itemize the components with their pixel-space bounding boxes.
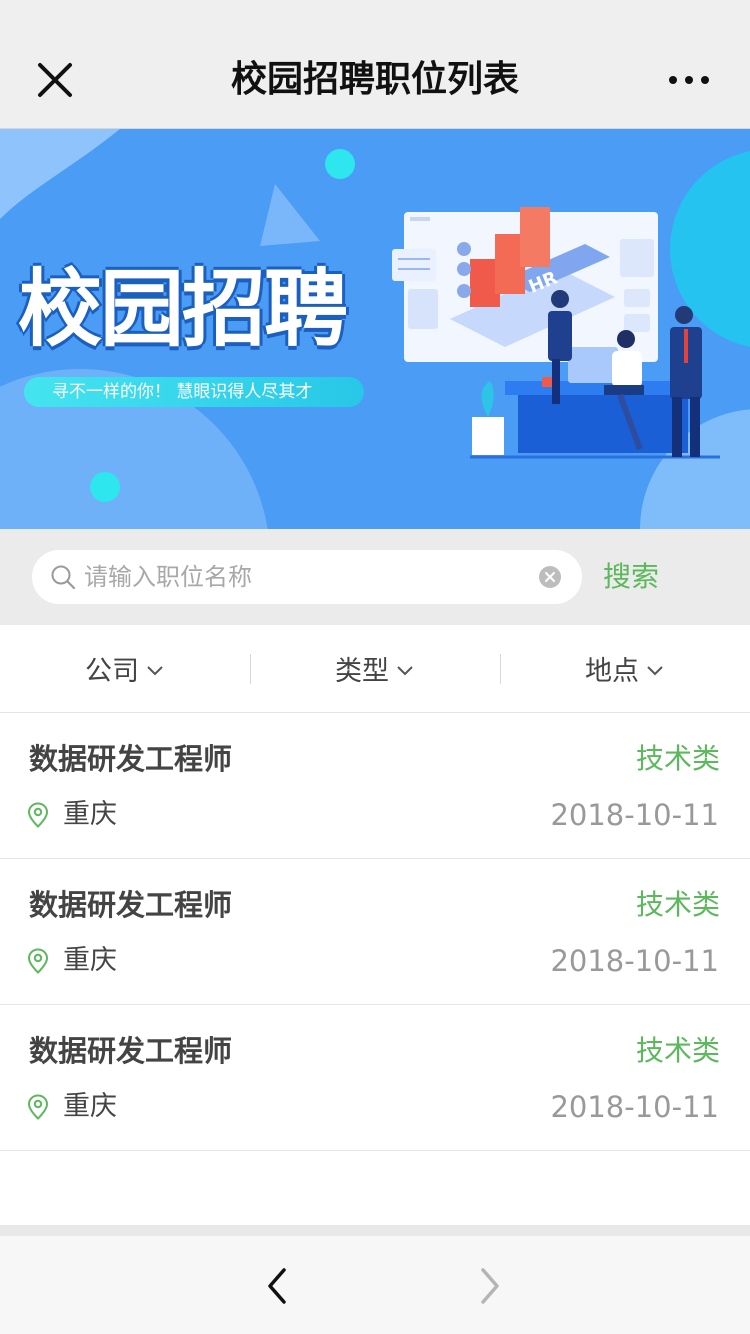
job-list-item[interactable]: 数据研发工程师 技术类 重庆 2018-10-11 — [0, 859, 750, 1005]
page-title: 校园招聘职位列表 — [230, 59, 519, 100]
job-list: 数据研发工程师 技术类 重庆 2018-10-11 数据研发工程师 技术类 重庆… — [0, 713, 750, 1151]
job-date: 2018-10-11 — [550, 944, 719, 978]
banner-title: 校园招聘 — [18, 260, 348, 358]
search-input[interactable] — [84, 558, 524, 596]
filter-label: 公司 — [85, 656, 139, 687]
filter-label: 类型 — [335, 656, 389, 687]
search-bar: 搜索 — [0, 529, 750, 625]
chevron-down-icon — [397, 666, 413, 676]
job-title: 数据研发工程师 — [29, 888, 233, 922]
back-arrow-icon[interactable] — [257, 1264, 297, 1308]
filter-company[interactable]: 公司 — [0, 625, 250, 712]
filter-bar: 公司 类型 地点 — [0, 625, 750, 713]
job-date: 2018-10-11 — [550, 798, 719, 832]
search-icon — [51, 565, 76, 590]
job-date: 2018-10-11 — [550, 1090, 719, 1124]
filter-location[interactable]: 地点 — [500, 625, 750, 712]
forward-arrow-icon[interactable] — [470, 1264, 510, 1308]
job-type-badge: 技术类 — [635, 742, 720, 775]
job-type-badge: 技术类 — [635, 888, 720, 921]
job-title: 数据研发工程师 — [29, 1034, 233, 1068]
filter-type[interactable]: 类型 — [250, 625, 500, 712]
bottom-toolbar — [0, 1236, 750, 1334]
job-type-badge: 技术类 — [635, 1034, 720, 1067]
job-list-item[interactable]: 数据研发工程师 技术类 重庆 2018-10-11 — [0, 1005, 750, 1151]
clear-icon[interactable] — [539, 566, 561, 588]
location-pin-icon — [27, 948, 49, 974]
search-box[interactable] — [32, 550, 582, 604]
more-icon[interactable] — [664, 60, 714, 100]
banner-slogan: 寻不一样的你！ 慧眼识得人尽其才 — [24, 377, 364, 407]
chevron-down-icon — [647, 666, 663, 676]
job-list-item[interactable]: 数据研发工程师 技术类 重庆 2018-10-11 — [0, 713, 750, 859]
location-pin-icon — [27, 802, 49, 828]
filter-label: 地点 — [585, 656, 639, 687]
chevron-down-icon — [147, 666, 163, 676]
job-city: 重庆 — [63, 945, 117, 976]
campus-recruitment-banner[interactable]: HR 校园招聘 寻不一样的你！ 慧眼识得人尽其才 — [0, 129, 750, 529]
search-button[interactable]: 搜索 — [603, 555, 659, 599]
job-city: 重庆 — [63, 799, 117, 830]
navigation-bar: 校园招聘职位列表 — [0, 0, 750, 129]
location-pin-icon — [27, 1094, 49, 1120]
job-city: 重庆 — [63, 1091, 117, 1122]
close-icon[interactable] — [30, 55, 80, 105]
bottom-divider — [0, 1225, 750, 1236]
job-title: 数据研发工程师 — [29, 742, 233, 776]
